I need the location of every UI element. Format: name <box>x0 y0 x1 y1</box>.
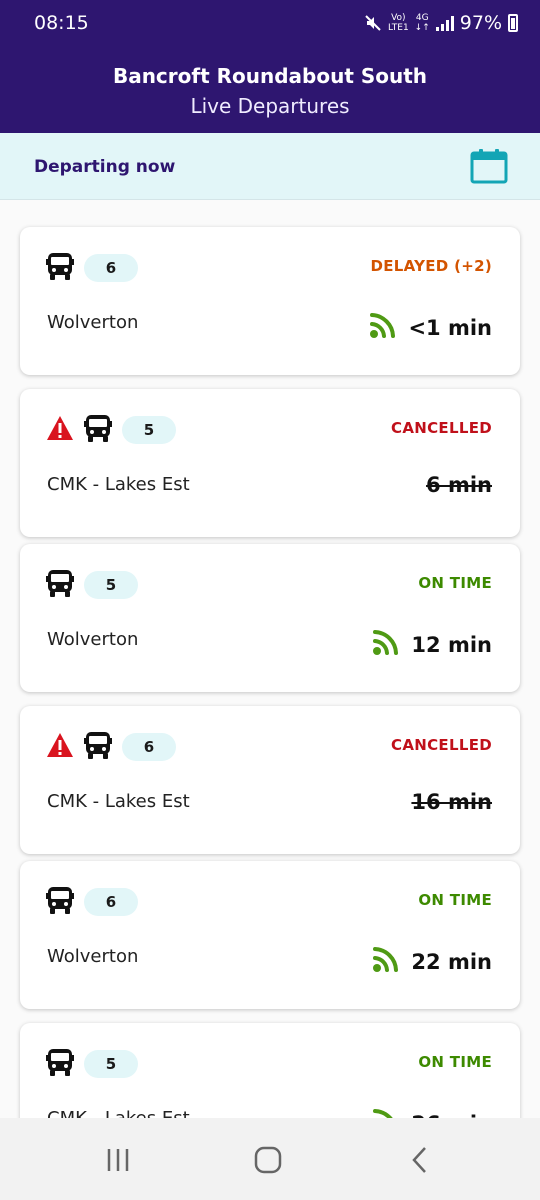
battery-icon <box>508 14 518 32</box>
departure-card[interactable]: 6 CANCELLED CMK - Lakes Est 16 min <box>20 706 520 854</box>
departure-card[interactable]: 5 CANCELLED CMK - Lakes Est 6 min <box>20 389 520 537</box>
network-type-indicator: 4G ↓↑ <box>414 13 430 33</box>
eta: 16 min <box>411 790 492 814</box>
eta: 22 min <box>371 945 492 978</box>
stop-name: Bancroft Roundabout South <box>112 64 428 88</box>
status-time: 08:15 <box>34 12 89 34</box>
app-header: 08:15 Vo) LTE1 4G ↓↑ 97% Bancroft Rounda… <box>0 0 540 133</box>
departure-status: CANCELLED <box>391 736 492 754</box>
status-icons: Vo) LTE1 4G ↓↑ 97% <box>364 12 518 34</box>
departure-card[interactable]: 5 ON TIME CMK - Lakes Est 26 min <box>20 1023 520 1118</box>
destination: Wolverton <box>47 946 139 967</box>
eta-text: 22 min <box>411 949 492 974</box>
destination: Wolverton <box>47 312 139 333</box>
departure-card[interactable]: 5 ON TIME Wolverton 12 min <box>20 544 520 692</box>
system-nav-bar <box>0 1118 540 1200</box>
bus-icon <box>84 730 112 764</box>
route-number: 5 <box>122 416 176 444</box>
bus-icon <box>84 413 112 447</box>
bus-icon <box>46 885 74 919</box>
card-icons: 5 <box>46 1047 138 1081</box>
departure-card[interactable]: 6 ON TIME Wolverton 22 min <box>20 861 520 1009</box>
eta: 6 min <box>426 473 492 497</box>
live-tracking-icon <box>368 311 398 344</box>
departing-now-label: Departing now <box>34 157 176 177</box>
live-tracking-icon <box>371 628 401 661</box>
recents-icon[interactable] <box>98 1140 138 1180</box>
calendar-icon[interactable] <box>470 148 508 184</box>
departure-card[interactable]: 6 DELAYED (+2) Wolverton <1 min <box>20 227 520 375</box>
card-icons: 5 <box>46 413 176 447</box>
warning-icon <box>46 732 74 762</box>
route-number: 5 <box>84 1050 138 1078</box>
signal-strength-icon <box>435 15 454 31</box>
route-number: 6 <box>84 888 138 916</box>
departure-status: CANCELLED <box>391 419 492 437</box>
destination: CMK - Lakes Est <box>47 474 190 495</box>
mute-icon <box>365 15 381 31</box>
card-icons: 6 <box>46 885 138 919</box>
card-icons: 6 <box>46 251 138 285</box>
departure-status: ON TIME <box>418 1053 492 1071</box>
page-subtitle: Live Departures <box>190 94 350 118</box>
departures-list[interactable]: 6 DELAYED (+2) Wolverton <1 min 5 CANCELLED CM… <box>0 200 540 1118</box>
eta-text: 6 min <box>426 473 492 497</box>
card-icons: 6 <box>46 730 176 764</box>
departing-now-bar: Departing now <box>0 133 540 200</box>
eta-text: 12 min <box>411 632 492 657</box>
destination: CMK - Lakes Est <box>47 1108 190 1118</box>
bus-icon <box>46 251 74 285</box>
eta: 26 min <box>371 1107 492 1118</box>
destination: CMK - Lakes Est <box>47 791 190 812</box>
bus-icon <box>46 568 74 602</box>
eta-text: 16 min <box>411 790 492 814</box>
card-icons: 5 <box>46 568 138 602</box>
route-number: 6 <box>122 733 176 761</box>
destination: Wolverton <box>47 629 139 650</box>
departure-status: DELAYED (+2) <box>370 257 492 275</box>
eta: <1 min <box>368 311 492 344</box>
live-tracking-icon <box>371 945 401 978</box>
live-tracking-icon <box>371 1107 401 1118</box>
home-icon[interactable] <box>248 1140 288 1180</box>
status-bar: 08:15 Vo) LTE1 4G ↓↑ 97% <box>0 0 540 48</box>
departure-status: ON TIME <box>418 891 492 909</box>
bus-icon <box>46 1047 74 1081</box>
eta: 12 min <box>371 628 492 661</box>
route-number: 6 <box>84 254 138 282</box>
back-icon[interactable] <box>400 1140 440 1180</box>
battery-percent: 97% <box>459 12 502 34</box>
route-number: 5 <box>84 571 138 599</box>
departure-status: ON TIME <box>418 574 492 592</box>
eta-text: <1 min <box>408 315 492 340</box>
warning-icon <box>46 415 74 445</box>
volte-indicator: Vo) LTE1 <box>387 13 409 33</box>
